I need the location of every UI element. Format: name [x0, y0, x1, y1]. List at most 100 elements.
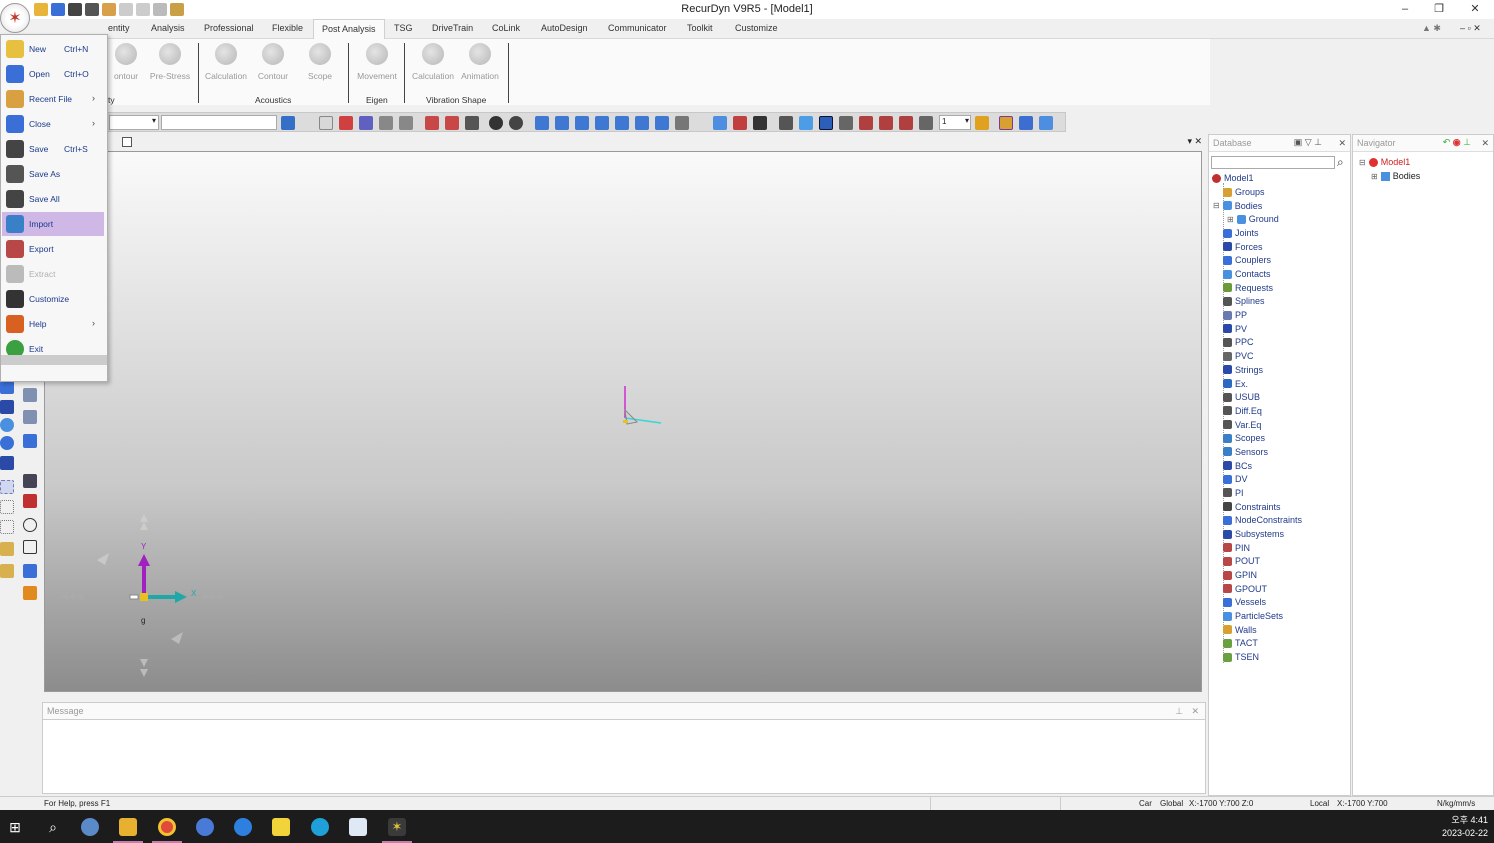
tree-item-joints[interactable]: Joints: [1223, 227, 1259, 239]
select-circle-icon[interactable]: [0, 500, 14, 514]
search-icon[interactable]: ⌕: [44, 818, 62, 836]
eigen-movement-button[interactable]: Movement: [355, 43, 399, 81]
tab-flexible[interactable]: Flexible: [272, 23, 303, 33]
rotate-icon[interactable]: [339, 116, 353, 130]
tree-item-gpin[interactable]: GPIN: [1223, 569, 1257, 581]
tree-item-couplers[interactable]: Couplers: [1223, 254, 1271, 266]
eye-icon[interactable]: [509, 116, 523, 130]
entity-type-combo[interactable]: ▾: [109, 115, 159, 130]
tree-item-diff-eq[interactable]: Diff.Eq: [1223, 405, 1262, 417]
close-icon[interactable]: ✕: [1338, 138, 1346, 149]
new-icon[interactable]: [34, 3, 48, 16]
triad-down-arrow[interactable]: [140, 669, 148, 677]
recurdyn-taskbar-icon[interactable]: ✶: [388, 818, 406, 836]
tree-item-requests[interactable]: Requests: [1223, 282, 1273, 294]
windows-start-icon[interactable]: ⊞: [6, 818, 24, 836]
undo-icon[interactable]: [119, 3, 133, 16]
table-tool-icon[interactable]: [23, 434, 37, 448]
chrome-icon[interactable]: [158, 818, 176, 836]
view-back-icon[interactable]: [555, 116, 569, 130]
document-close-icon[interactable]: ▾ ✕: [1187, 136, 1202, 147]
save-all-icon[interactable]: [85, 3, 99, 16]
tab-colink[interactable]: CoLink: [492, 23, 520, 33]
zoom-combo[interactable]: 1 ▾: [939, 115, 971, 130]
view-front-icon[interactable]: [535, 116, 549, 130]
triad-up-arrow[interactable]: [140, 514, 148, 522]
view-iso-icon[interactable]: [655, 116, 669, 130]
grid-icon[interactable]: [713, 116, 727, 130]
render-icon[interactable]: [489, 116, 503, 130]
collapse-icon[interactable]: ⊟: [1359, 158, 1366, 167]
application-button[interactable]: ✶: [0, 3, 30, 33]
search-icon[interactable]: ⌕: [1337, 155, 1344, 170]
internet-explorer-icon[interactable]: [234, 818, 252, 836]
layer-tool-icon[interactable]: [0, 542, 14, 556]
kakaotalk-icon[interactable]: [272, 818, 290, 836]
zoom-fit-icon[interactable]: [399, 116, 413, 130]
restore-button[interactable]: ❐: [1424, 1, 1454, 17]
measure-tool-icon[interactable]: [23, 518, 37, 532]
navigator-tool-icons[interactable]: ↶ ◉ ⊥: [1443, 137, 1471, 148]
system-clock[interactable]: 오후 4:41 2023-02-22: [1442, 814, 1488, 840]
force-tool-icon[interactable]: [0, 400, 14, 414]
close-button[interactable]: ✕: [1460, 1, 1490, 17]
box-tool-icon[interactable]: [23, 388, 37, 402]
shield-icon[interactable]: [1019, 116, 1033, 130]
tree-item-usub[interactable]: USUB: [1223, 391, 1260, 403]
tree-item-pp[interactable]: PP: [1223, 309, 1247, 321]
explode-tool-icon[interactable]: [23, 586, 37, 600]
tree-item-pi[interactable]: PI: [1223, 487, 1244, 499]
mdi-window-buttons[interactable]: – ▫ ✕: [1460, 23, 1481, 34]
tree-item-gpout[interactable]: GPOUT: [1223, 583, 1267, 595]
qat-misc-icon[interactable]: [153, 3, 167, 16]
contour-button-partial[interactable]: ontour: [104, 43, 148, 81]
customize-icon[interactable]: [102, 3, 116, 16]
enter-icon[interactable]: [281, 116, 295, 130]
no-entry-tool-icon[interactable]: [23, 494, 37, 508]
rewind-icon[interactable]: ◀◀◀: [60, 591, 83, 602]
tab-drivetrain[interactable]: DriveTrain: [432, 23, 473, 33]
menu-item-save-all[interactable]: Save All: [2, 187, 104, 211]
view-left-icon[interactable]: [575, 116, 589, 130]
text-icon[interactable]: [753, 116, 767, 130]
tree-item-subsystems[interactable]: Subsystems: [1223, 528, 1284, 540]
view-custom-icon[interactable]: [675, 116, 689, 130]
menu-item-new[interactable]: New Ctrl+N: [2, 37, 104, 61]
tree-root-model[interactable]: Model1: [1212, 172, 1254, 184]
acoustics-calculation-button[interactable]: Calculation: [204, 43, 248, 81]
tree-item-dv[interactable]: DV: [1223, 473, 1248, 485]
menu-item-open[interactable]: Open Ctrl+O: [2, 62, 104, 86]
pre-stress-button[interactable]: Pre-Stress: [148, 43, 192, 81]
app-icon[interactable]: [81, 818, 99, 836]
tree-item-tsen[interactable]: TSEN: [1223, 651, 1259, 663]
tab-tsg[interactable]: TSG: [394, 23, 413, 33]
expand-icon[interactable]: ⊞: [1227, 215, 1234, 224]
wireframe-icon[interactable]: [779, 116, 793, 130]
tree-item-groups[interactable]: Groups: [1223, 186, 1265, 198]
filter-icon[interactable]: ▣ ▽ ⊥: [1294, 137, 1322, 148]
view-bottom-icon[interactable]: [635, 116, 649, 130]
tab-professional[interactable]: Professional: [204, 23, 254, 33]
tree-item-var-eq[interactable]: Var.Eq: [1223, 419, 1261, 431]
zoom-icon[interactable]: [379, 116, 393, 130]
force-display-icon[interactable]: [899, 116, 913, 130]
minimize-button[interactable]: –: [1390, 1, 1420, 17]
file-explorer-icon[interactable]: [119, 818, 137, 836]
body-display-icon[interactable]: [859, 116, 873, 130]
tree-item-tact[interactable]: TACT: [1223, 637, 1258, 649]
solid-tool-icon[interactable]: [23, 410, 37, 424]
axes-icon[interactable]: [445, 116, 459, 130]
select-center-icon[interactable]: [425, 116, 439, 130]
tab-analysis[interactable]: Analysis: [151, 23, 185, 33]
ground-icon[interactable]: [975, 116, 989, 130]
body-color-icon[interactable]: [999, 116, 1013, 130]
menu-item-save-as[interactable]: Save As: [2, 162, 104, 186]
triad-up-arrow[interactable]: [140, 522, 148, 530]
vibration-calculation-button[interactable]: Calculation: [411, 43, 455, 81]
layer-icon[interactable]: [919, 116, 933, 130]
tree-item-forces[interactable]: Forces: [1223, 241, 1263, 253]
tab-entity[interactable]: entity: [108, 23, 130, 33]
menu-item-customize[interactable]: Customize: [2, 287, 104, 311]
close-icon[interactable]: ✕: [1191, 706, 1199, 717]
select-rect-icon[interactable]: [0, 480, 14, 494]
